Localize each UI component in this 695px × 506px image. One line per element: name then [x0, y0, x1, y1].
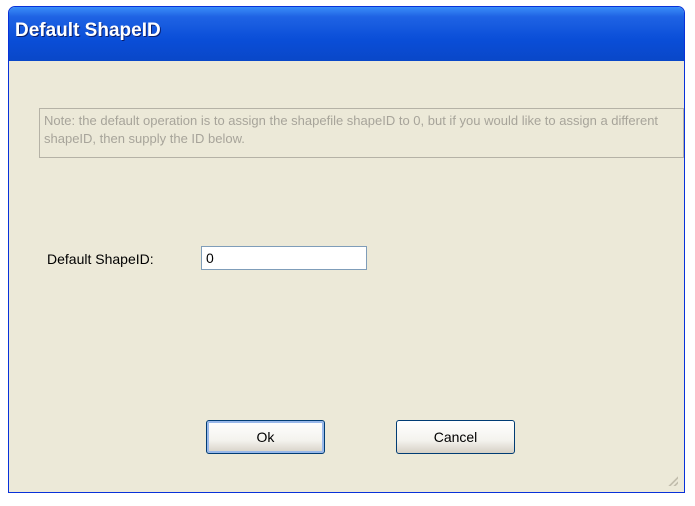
title-bar[interactable]: Default ShapeID [9, 7, 684, 61]
cancel-button[interactable]: Cancel [396, 420, 515, 454]
dialog-body: Note: the default operation is to assign… [13, 61, 684, 488]
default-shapeid-input[interactable] [201, 246, 367, 270]
dialog-window: Default ShapeID Note: the default operat… [8, 6, 685, 493]
note-text: Note: the default operation is to assign… [39, 108, 684, 158]
default-shapeid-label: Default ShapeID: [47, 251, 154, 267]
ok-button[interactable]: Ok [206, 420, 325, 454]
resize-grip-icon[interactable] [666, 474, 678, 486]
window-title: Default ShapeID [15, 20, 161, 41]
